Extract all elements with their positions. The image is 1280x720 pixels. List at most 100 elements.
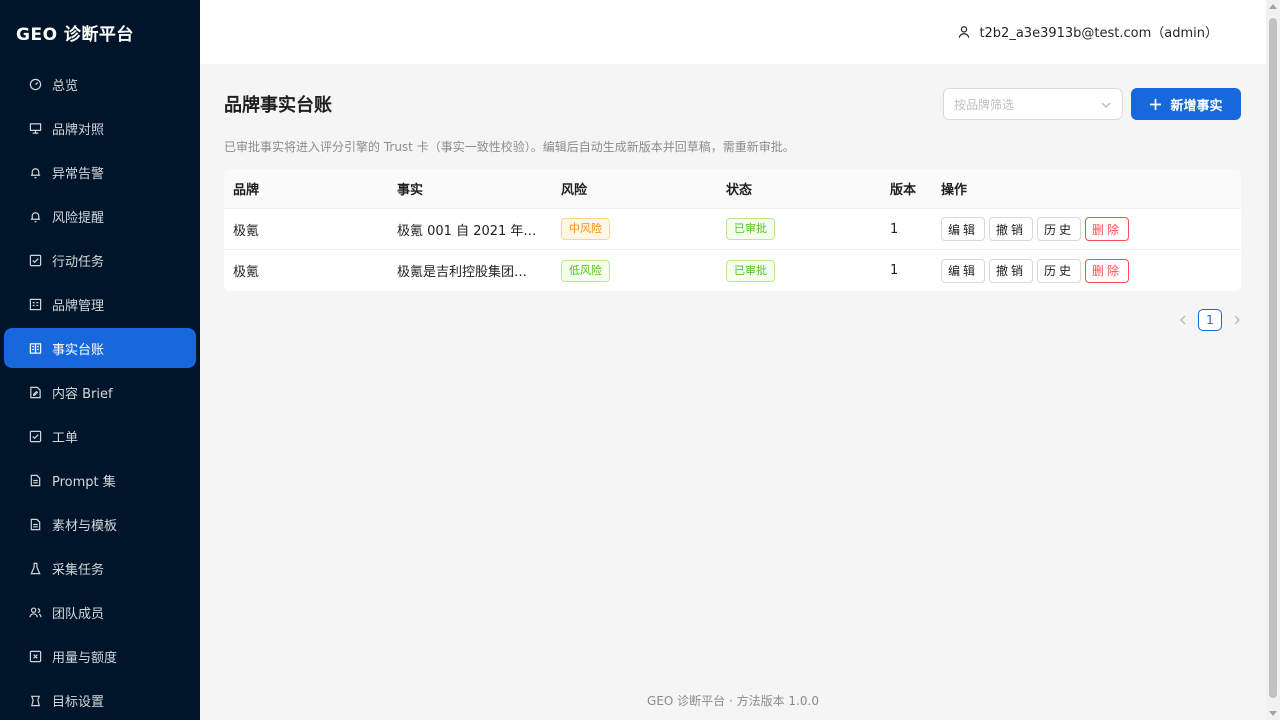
revoke-button[interactable]: 撤销 — [989, 258, 1034, 283]
plus-icon — [1150, 98, 1162, 110]
table-row: 极氪 极氪 001 自 2021 年… 中风险 已审批 1 编辑 撤销 历史 删除 — [224, 209, 1241, 250]
cell-version: 1 — [890, 263, 899, 278]
add-fact-button[interactable]: 新增事实 — [1131, 88, 1241, 120]
document-icon — [28, 473, 42, 487]
col-actions: 操作 — [941, 183, 968, 198]
cell-risk: 中风险 — [552, 218, 717, 240]
footer: GEO 诊断平台 · 方法版本 1.0.0 — [647, 694, 819, 708]
sidebar-item-label: 事实台账 — [52, 342, 105, 358]
check-square-icon — [28, 253, 42, 267]
building-icon — [28, 297, 42, 311]
table-header: 品牌 事实 风险 状态 版本 操作 — [224, 169, 1241, 209]
checklist-icon — [28, 429, 42, 443]
sidebar-item-6[interactable]: 事实台账 — [4, 328, 196, 368]
usage-icon — [28, 649, 42, 663]
sidebar-item-14[interactable]: 目标设置 — [4, 680, 196, 720]
cell-actions: 编辑 撤销 历史 删除 — [941, 258, 1241, 283]
sidebar-item-11[interactable]: 采集任务 — [4, 548, 196, 588]
col-version: 版本 — [890, 183, 917, 198]
page-number[interactable]: 1 — [1198, 309, 1222, 331]
sidebar-item-7[interactable]: 内容 Brief — [4, 372, 196, 412]
alert-icon — [28, 165, 42, 179]
cell-status: 已审批 — [717, 218, 881, 240]
sidebar-item-label: Prompt 集 — [52, 474, 116, 490]
sidebar-item-label: 团队成员 — [52, 606, 105, 622]
chevron-down-icon — [1100, 99, 1112, 114]
sidebar-item-label: 素材与模板 — [52, 518, 118, 534]
edit-button[interactable]: 编辑 — [941, 258, 986, 283]
cell-brand: 极氪 — [233, 223, 260, 239]
page-title: 品牌事实台账 — [224, 95, 332, 116]
target-icon — [28, 693, 42, 707]
user-menu[interactable]: t2b2_a3e3913b@test.com（admin） — [957, 22, 1218, 41]
sidebar-item-2[interactable]: 异常告警 — [4, 152, 196, 192]
sidebar-item-5[interactable]: 品牌管理 — [4, 284, 196, 324]
scrollbar[interactable] — [1266, 0, 1280, 720]
brand-filter-select[interactable]: 按品牌筛选 — [943, 88, 1123, 120]
pagination: 1 — [1176, 309, 1244, 331]
table-row: 极氪 极氪是吉利控股集团… 低风险 已审批 1 编辑 撤销 历史 删除 — [224, 250, 1241, 291]
col-fact: 事实 — [397, 183, 424, 198]
sidebar-item-label: 工单 — [52, 430, 79, 446]
cell-status: 已审批 — [717, 259, 881, 282]
sidebar-item-1[interactable]: 品牌对照 — [4, 108, 196, 148]
add-fact-label: 新增事实 — [1170, 98, 1223, 114]
sidebar-item-label: 风险提醒 — [52, 210, 105, 226]
col-brand: 品牌 — [233, 183, 260, 198]
cell-brand: 极氪 — [233, 265, 260, 280]
sidebar-item-0[interactable]: 总览 — [4, 64, 196, 104]
edit-button[interactable]: 编辑 — [941, 217, 986, 241]
sidebar-item-label: 品牌对照 — [52, 122, 105, 138]
delete-button[interactable]: 删除 — [1085, 258, 1130, 283]
cell-fact: 极氪 001 自 2021 年… — [397, 223, 537, 239]
ledger-icon — [28, 341, 42, 355]
status-badge: 已审批 — [726, 259, 775, 282]
user-email: t2b2_a3e3913b@test.com（admin） — [979, 26, 1218, 41]
sidebar-item-label: 目标设置 — [52, 694, 105, 710]
history-button[interactable]: 历史 — [1037, 258, 1082, 283]
sidebar-item-3[interactable]: 风险提醒 — [4, 196, 196, 236]
prev-page-button[interactable] — [1176, 309, 1190, 331]
sidebar-item-4[interactable]: 行动任务 — [4, 240, 196, 280]
flask-icon — [28, 561, 42, 575]
history-button[interactable]: 历史 — [1037, 217, 1082, 241]
sidebar-item-10[interactable]: 素材与模板 — [4, 504, 196, 544]
dashboard-icon — [28, 77, 42, 91]
sidebar-item-label: 采集任务 — [52, 562, 105, 578]
sidebar-item-12[interactable]: 团队成员 — [4, 592, 196, 632]
sidebar-item-label: 品牌管理 — [52, 298, 105, 314]
risk-tag: 低风险 — [561, 259, 610, 282]
scroll-down-arrow[interactable] — [1269, 711, 1277, 716]
cell-actions: 编辑 撤销 历史 删除 — [941, 217, 1241, 241]
revoke-button[interactable]: 撤销 — [989, 217, 1034, 241]
sidebar-item-label: 异常告警 — [52, 166, 105, 182]
facts-table: 品牌 事实 风险 状态 版本 操作 极氪 极氪 001 自 2021 年… 中风险已… — [224, 169, 1241, 291]
scroll-thumb[interactable] — [1269, 18, 1277, 698]
page-description: 已审批事实将进入评分引擎的 Trust 卡（事实一致性校验）。编辑后自动生成新版… — [224, 140, 795, 154]
warning-icon — [28, 209, 42, 223]
cell-risk: 低风险 — [552, 259, 717, 282]
team-icon — [28, 605, 42, 619]
compare-icon — [28, 121, 42, 135]
template-icon — [28, 517, 42, 531]
col-risk: 风险 — [561, 183, 588, 198]
app-logo: GEO 诊断平台 — [16, 24, 134, 45]
file-edit-icon — [28, 385, 42, 399]
cell-version: 1 — [890, 221, 899, 237]
next-page-button[interactable] — [1230, 309, 1244, 331]
chevron-right-icon — [1234, 315, 1241, 325]
delete-button[interactable]: 删除 — [1085, 217, 1130, 241]
sidebar-item-label: 总览 — [52, 78, 79, 94]
col-status: 状态 — [726, 183, 753, 198]
sidebar-item-13[interactable]: 用量与额度 — [4, 636, 196, 676]
sidebar-item-9[interactable]: Prompt 集 — [4, 460, 196, 500]
sidebar-item-label: 内容 Brief — [52, 386, 113, 402]
sidebar-item-label: 行动任务 — [52, 254, 105, 270]
scroll-up-arrow[interactable] — [1269, 4, 1277, 9]
risk-tag: 中风险 — [561, 218, 610, 240]
user-icon — [959, 25, 970, 38]
cell-fact: 极氪是吉利控股集团… — [397, 265, 528, 280]
chevron-left-icon — [1179, 315, 1186, 325]
brand-filter-placeholder: 按品牌筛选 — [954, 97, 1015, 112]
sidebar-item-8[interactable]: 工单 — [4, 416, 196, 456]
